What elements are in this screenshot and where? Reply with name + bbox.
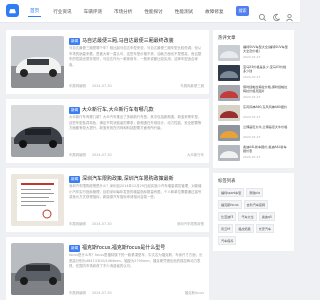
article-title[interactable]: 深圳汽车限购政策,深圳汽车限购政策最新 [82, 175, 174, 182]
hot-article-date: 2024-07-27 [243, 155, 261, 160]
article-author: 车展网编辑 [69, 153, 86, 157]
article-category-link[interactable]: 车展网最便三厢 [180, 83, 204, 88]
moon-icon[interactable] [272, 7, 281, 21]
article-date: 2024-07-30 [91, 152, 112, 157]
document-photo-icon [11, 174, 64, 226]
article-meta: 车展网编辑 2024-07-30 福克斯focus [69, 290, 204, 296]
category-badge[interactable]: 新闻 [69, 38, 81, 45]
hot-article-thumbnail[interactable] [218, 125, 240, 141]
hot-article-title[interactable]: 福特SUV车型大全(福特SUV车型大全及价格) [243, 45, 289, 53]
hot-article-date: 2024-07-27 [243, 55, 261, 60]
nav-item-reviews[interactable]: 车辆评测 [84, 7, 102, 17]
top-nav-bar: 首页 行业资讯 车辆评测 市场分析 性能探讨 性能测试 故障修复 搜索 [0, 0, 300, 23]
article-thumbnail[interactable] [11, 243, 64, 295]
hot-article-date: 2024-07-27 [243, 75, 261, 80]
article-excerpt: 大众新行车有哪几款？大众汽车推出了多款新行车型，其中包括新朗逸、新宝来等车型，这… [69, 115, 202, 131]
article-title[interactable]: 马自达最便三厢,马自达最便三厢最终改装 [82, 37, 174, 44]
nav-item-home[interactable]: 首页 [28, 6, 42, 17]
nav-item-tests[interactable]: 性能测试 [175, 7, 193, 17]
article-excerpt: 马自达最便三厢是哪个车？相比起马自达车型来说，马自达最便三厢车型比较低调；但从市… [69, 46, 202, 67]
hot-article-item[interactable]: 福特SUV车型大全(福特SUV车型大全及价格) 2024-07-27 [218, 45, 289, 61]
article-card[interactable]: 新闻 马自达最便三厢,马自达最便三厢最终改装 马自达最便三厢是哪个车？相比起马自… [6, 30, 209, 94]
article-date: 2024-07-30 [91, 221, 112, 226]
tag-link[interactable]: 路虎揽胜 [235, 224, 254, 233]
tag-link[interactable]: 比亚迪f3 [218, 212, 237, 221]
hot-article-date: 2024-07-27 [243, 95, 261, 100]
tag-cloud: 福特sport车型 奔驰cla 福克斯focus 吉利汽车官网 比亚迪f3 汽车… [218, 188, 289, 248]
nav-item-performance[interactable]: 性能探讨 [144, 7, 162, 17]
article-card[interactable]: 新闻 大众新行车,大众新行车有哪几款 大众新行车有哪几款？大众汽车推出了多款新行… [6, 99, 209, 163]
article-card[interactable]: 新闻 福克斯focus,福克斯focus是什么型号 focus是什么车？focu… [6, 237, 209, 300]
hot-article-title[interactable]: 兰博基尼大牛,兰博基尼大牛价格 [243, 125, 289, 133]
nav-item-market[interactable]: 市场分析 [114, 7, 132, 17]
article-meta: 车展网编辑 2024-07-30 车展网最便三厢 [69, 83, 204, 89]
tag-link[interactable]: 吉利汽车官网 [243, 200, 269, 209]
main-nav: 首页 行业资讯 车辆评测 市场分析 性能探讨 性能测试 故障修复 [28, 0, 236, 23]
hot-article-item[interactable]: 东风风神A60,东风风神A60报价 2024-07-27 [218, 105, 289, 121]
article-card[interactable]: 新闻 深圳汽车限购政策,深圳汽车限购政策最新 深圳汽车限购政策是什么？深圳自20… [6, 168, 209, 232]
hot-article-item[interactable]: 兰博基尼大牛,兰博基尼大牛价格 2024-07-27 [218, 125, 289, 141]
site-logo[interactable] [6, 4, 19, 17]
hot-article-title[interactable]: 奥迪A4L新车报价,奥迪A4L新车报价表 [243, 145, 289, 153]
car-photo-icon [11, 105, 64, 157]
hot-article-thumbnail[interactable] [218, 85, 240, 101]
car-photo-icon [11, 243, 64, 295]
hot-article-title[interactable]: 东风风神A60,东风风神A60报价 [243, 105, 289, 113]
article-category-link[interactable]: 大众新行车 [187, 152, 204, 157]
article-author: 车展网编辑 [69, 222, 86, 226]
tag-link[interactable]: 汽车保养 [218, 236, 237, 245]
nav-item-repair[interactable]: 故障修复 [205, 7, 223, 17]
user-icon[interactable] [285, 7, 294, 22]
category-badge[interactable]: 新闻 [69, 245, 81, 252]
hot-article-date: 2024-07-27 [243, 135, 261, 140]
tag-link[interactable]: 长安汽车 [255, 224, 275, 233]
article-excerpt: focus是什么车？focus是福特旗下的一款紧凑型车，中文名为福克斯，车身尺寸… [69, 253, 203, 269]
hot-article-title[interactable]: 宝马X3价格是多少,宝马X3价格多少钱 [243, 65, 289, 73]
category-badge[interactable]: 新闻 [69, 176, 81, 183]
article-date: 2024-07-30 [91, 83, 112, 88]
tag-link[interactable]: 汽车大全 [238, 212, 257, 221]
category-badge[interactable]: 新闻 [69, 107, 81, 114]
article-category-link[interactable]: 福克斯focus [185, 290, 204, 295]
article-thumbnail[interactable] [11, 105, 64, 157]
article-thumbnail[interactable] [11, 36, 64, 88]
article-author: 车展网编辑 [69, 291, 86, 295]
hot-article-item[interactable]: 奥迪A4L新车报价,奥迪A4L新车报价表 2024-07-27 [218, 145, 289, 161]
hot-article-thumbnail[interactable] [218, 65, 240, 81]
article-category-link[interactable]: 深圳汽车限购政策 [177, 221, 204, 226]
tag-link[interactable]: 福特sport车型 [218, 188, 245, 197]
hot-article-thumbnail[interactable] [218, 105, 240, 121]
tag-link[interactable]: 奥迪q5 [258, 212, 275, 221]
tag-link[interactable]: 福克斯focus [218, 200, 242, 209]
hot-articles-heading: 热评文章 [218, 36, 236, 41]
article-list: 新闻 马自达最便三厢,马自达最便三厢最终改装 马自达最便三厢是哪个车？相比起马自… [6, 30, 209, 300]
tag-link[interactable]: 奔驰cla [246, 188, 263, 197]
search-button[interactable]: 搜索 [236, 6, 249, 16]
article-meta: 车展网编辑 2024-07-30 深圳汽车限购政策 [69, 221, 204, 227]
hot-article-thumbnail[interactable] [218, 145, 240, 161]
article-excerpt: 深圳汽车限购政策是什么？深圳自2014年12月29日起实施小汽车增量调控管理，对… [69, 184, 202, 200]
hot-article-item[interactable]: 保时捷帕拉梅拉价格,保时捷帕拉梅拉价格及图片 2024-07-27 [218, 85, 289, 101]
article-title[interactable]: 大众新行车,大众新行车有哪几款 [82, 106, 154, 113]
hot-article-title[interactable]: 保时捷帕拉梅拉价格,保时捷帕拉梅拉价格及图片 [243, 85, 289, 93]
hot-article-thumbnail[interactable] [218, 45, 240, 61]
hot-article-date: 2024-07-27 [243, 115, 261, 120]
search-icon[interactable] [258, 7, 267, 22]
tag-list-heading: 标签列表 [218, 179, 236, 184]
tag-list-panel: 标签列表 福特sport车型 奔驰cla 福克斯focus 吉利汽车官网 比亚迪… [213, 173, 294, 251]
article-author: 车展网编辑 [69, 84, 86, 88]
article-title[interactable]: 福克斯focus,福克斯focus是什么型号 [82, 244, 165, 251]
article-meta: 车展网编辑 2024-07-30 大众新行车 [69, 152, 204, 158]
car-logo-icon [9, 9, 16, 14]
car-photo-icon [11, 36, 64, 88]
article-date: 2024-07-30 [91, 290, 112, 295]
tag-link[interactable]: 风云t9 [218, 224, 234, 233]
article-thumbnail[interactable] [11, 174, 64, 226]
hot-articles-panel: 热评文章 福特SUV车型大全(福特SUV车型大全及价格) 2024-07-27 … [213, 30, 294, 168]
sidebar: 热评文章 福特SUV车型大全(福特SUV车型大全及价格) 2024-07-27 … [213, 30, 294, 256]
nav-item-industry-news[interactable]: 行业资讯 [53, 7, 71, 17]
hot-article-item[interactable]: 宝马X3价格是多少,宝马X3价格多少钱 2024-07-27 [218, 65, 289, 81]
